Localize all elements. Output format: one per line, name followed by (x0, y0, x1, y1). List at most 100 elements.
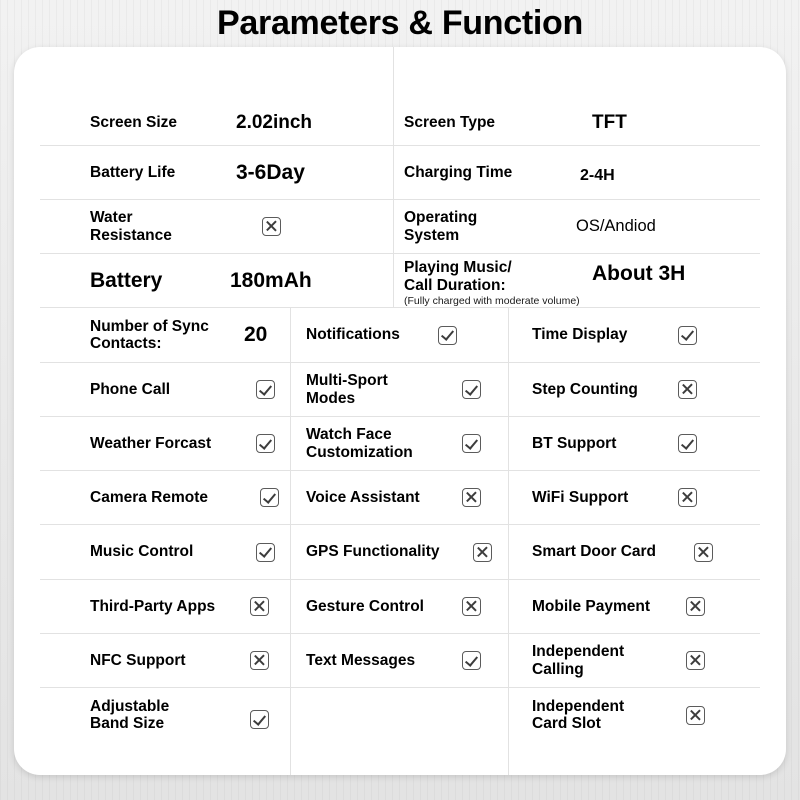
spec-value-operating-system: OS/Andiod (576, 200, 756, 253)
label-text: Independent Card Slot (532, 697, 625, 732)
feature-state-weather-forcast[interactable] (256, 417, 296, 470)
feature-state-multi-sport-modes[interactable] (462, 363, 502, 416)
feature-label-independent-calling: Independent Calling (532, 634, 682, 687)
checkbox-checked-icon[interactable] (678, 434, 697, 453)
spec-table: Screen Size 2.02inch Screen Type TFT Bat… (14, 47, 786, 775)
checkbox-crossed-icon[interactable] (686, 651, 705, 670)
feature-state-bt-support[interactable] (678, 417, 718, 470)
checkbox-crossed-icon[interactable] (678, 380, 697, 399)
label-text: Charging Time (404, 163, 513, 181)
value-text: About 3H (592, 262, 686, 286)
checkbox-checked-icon[interactable] (438, 325, 457, 345)
label-text: Independent Calling (532, 643, 625, 678)
feature-label-multi-sport-modes: Multi-Sport Modes (306, 363, 446, 416)
spec-label-playing-music: Playing Music/ Call Duration: (Fully cha… (404, 254, 594, 307)
value-text: OS/Andiod (576, 217, 656, 236)
label-text: NFC Support (90, 651, 186, 669)
feature-state-smart-door-card[interactable] (694, 525, 734, 579)
checkbox-crossed-icon[interactable] (250, 597, 269, 616)
label-text: Step Counting (532, 380, 638, 398)
label-text: Notifications (306, 326, 400, 344)
checkbox-checked-icon[interactable] (256, 380, 275, 399)
feature-state-gps-functionality[interactable] (473, 525, 513, 579)
checkbox-crossed-icon (262, 217, 281, 236)
spec-label-charging-time: Charging Time (404, 146, 569, 199)
spec-value-battery: 180mAh (230, 254, 390, 307)
spec-label-battery: Battery (90, 254, 230, 307)
feature-state-time-display[interactable] (678, 308, 718, 362)
value-text: 20 (244, 323, 268, 347)
label-text: Operating System (404, 209, 478, 244)
checkbox-crossed-icon[interactable] (678, 488, 697, 507)
feature-state-music-control[interactable] (256, 525, 296, 579)
label-text: Adjustable Band Size (90, 697, 170, 732)
checkbox-crossed-icon[interactable] (473, 542, 492, 562)
feature-label-third-party-apps: Third-Party Apps (90, 580, 255, 633)
feature-label-notifications: Notifications (306, 308, 436, 362)
feature-state-independent-card-slot[interactable] (686, 688, 726, 742)
checkbox-checked-icon[interactable] (256, 434, 275, 453)
feature-state-watch-face-customization[interactable] (462, 417, 502, 470)
feature-state-mobile-payment[interactable] (686, 580, 726, 633)
feature-state-gesture-control[interactable] (462, 580, 502, 633)
checkbox-checked-icon[interactable] (678, 325, 697, 345)
feature-label-smart-door-card: Smart Door Card (532, 525, 697, 579)
feature-label-wifi-support: WiFi Support (532, 471, 682, 524)
feature-state-camera-remote[interactable] (260, 471, 300, 524)
feature-label-bt-support: BT Support (532, 417, 682, 470)
label-text: Third-Party Apps (90, 597, 216, 615)
label-text: Time Display (532, 326, 628, 344)
feature-label-independent-card-slot: Independent Card Slot (532, 688, 682, 742)
label-text: WiFi Support (532, 488, 629, 506)
label-text: Multi-Sport Modes (306, 372, 388, 407)
checkbox-crossed-icon[interactable] (694, 542, 713, 562)
checkbox-checked-icon[interactable] (462, 651, 481, 670)
checkbox-crossed-icon[interactable] (462, 488, 481, 507)
spec-value-playing-music: About 3H (592, 250, 762, 298)
feature-state-adjustable-band-size[interactable] (250, 697, 290, 742)
playing-music-note: (Fully charged with moderate volume) (404, 295, 580, 308)
checkbox-checked-icon[interactable] (462, 434, 481, 453)
label-text: Gesture Control (306, 597, 424, 615)
checkbox-checked-icon[interactable] (260, 488, 279, 507)
feature-label-mobile-payment: Mobile Payment (532, 580, 697, 633)
feature-label-music-control: Music Control (90, 525, 255, 579)
spec-label-screen-size: Screen Size (90, 101, 240, 145)
label-text: Number of Sync Contacts: (90, 317, 209, 352)
label-text: Battery Life (90, 163, 176, 181)
checkbox-crossed-icon[interactable] (250, 651, 269, 670)
feature-state-phone-call[interactable] (256, 363, 296, 416)
spec-label-operating-system: Operating System (404, 200, 554, 253)
label-text: GPS Functionality (306, 543, 440, 561)
spec-value-charging-time: 2-4H (580, 152, 740, 199)
checkbox-crossed-icon[interactable] (462, 597, 481, 616)
spec-value-water-resistance (262, 200, 382, 253)
feature-label-text-messages: Text Messages (306, 634, 471, 687)
checkbox-crossed-icon[interactable] (686, 597, 705, 616)
feature-state-wifi-support[interactable] (678, 471, 718, 524)
spec-value-screen-size: 2.02inch (236, 101, 386, 145)
feature-label-camera-remote: Camera Remote (90, 471, 255, 524)
label-text: Phone Call (90, 380, 171, 398)
checkbox-checked-icon[interactable] (256, 542, 275, 562)
value-text: 2-4H (580, 166, 615, 184)
page-title: Parameters & Function (217, 4, 583, 42)
feature-state-independent-calling[interactable] (686, 634, 726, 687)
feature-label-step-counting: Step Counting (532, 363, 682, 416)
label-text: Text Messages (306, 651, 416, 669)
checkbox-crossed-icon[interactable] (686, 705, 705, 725)
feature-label-gps-functionality: GPS Functionality (306, 525, 476, 579)
label-text: Camera Remote (90, 488, 209, 506)
feature-label-nfc-support: NFC Support (90, 634, 255, 687)
checkbox-checked-icon[interactable] (462, 380, 481, 399)
feature-state-voice-assistant[interactable] (462, 471, 502, 524)
feature-state-text-messages[interactable] (462, 634, 502, 687)
label-text: Screen Type (404, 114, 496, 132)
feature-state-notifications[interactable] (438, 308, 478, 362)
feature-state-third-party-apps[interactable] (250, 580, 290, 633)
label-text: Battery (90, 268, 163, 292)
checkbox-checked-icon[interactable] (250, 710, 269, 729)
feature-state-nfc-support[interactable] (250, 634, 290, 687)
label-text: Smart Door Card (532, 543, 657, 561)
feature-state-step-counting[interactable] (678, 363, 718, 416)
